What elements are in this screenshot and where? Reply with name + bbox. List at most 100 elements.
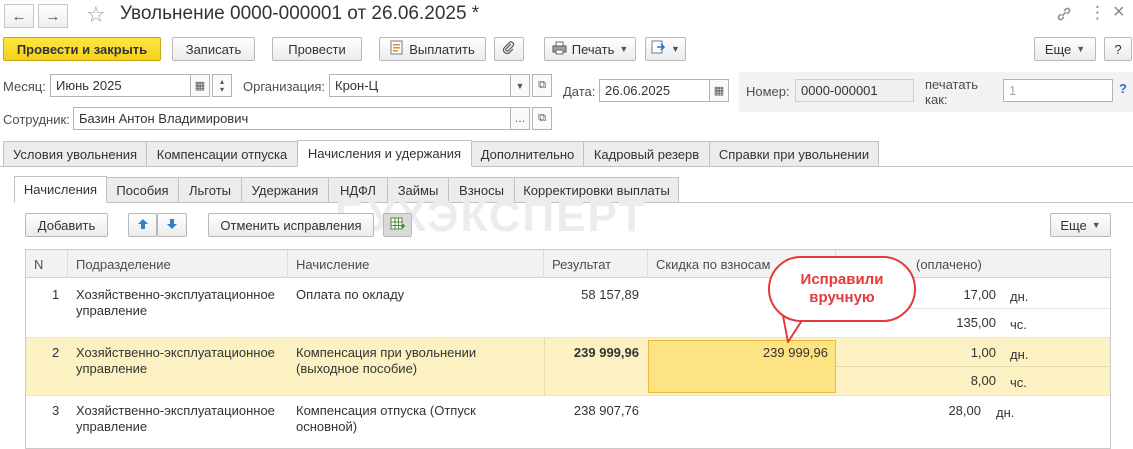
organization-open-button[interactable]: ⧉	[532, 74, 552, 97]
column-accrual[interactable]: Начисление	[288, 250, 544, 278]
watermark: БУХЭКСПЕРТ	[335, 192, 648, 241]
result-cell: 238 907,76	[573, 403, 639, 418]
table-settings-button[interactable]	[383, 213, 412, 237]
table-grid-icon	[390, 217, 406, 234]
chevron-down-icon: ▼	[619, 44, 629, 54]
discount-cell: 239 999,96	[762, 345, 828, 360]
date-label: Дата:	[563, 84, 596, 99]
chevron-down-icon: ▼	[671, 44, 680, 54]
result-cell: 58 157,89	[581, 287, 639, 302]
result-cell: 239 999,96	[573, 345, 639, 360]
print-button-label: Печать	[571, 41, 615, 57]
column-result[interactable]: Результат	[544, 250, 648, 278]
attach-button[interactable]	[494, 37, 524, 61]
calendar-icon: ▦	[713, 85, 725, 97]
paid-days-cell: 28,00	[948, 403, 981, 418]
printer-icon	[552, 41, 567, 58]
paid-hours-cell: 135,00	[956, 315, 996, 330]
table-more-button[interactable]: Еще ▼	[1050, 213, 1111, 237]
more-menu-icon[interactable]: ⋮	[1089, 3, 1106, 23]
callout-bubble: Исправили вручную	[768, 256, 916, 322]
subtab-privileges[interactable]: Льготы	[178, 177, 242, 203]
employee-open-button[interactable]: ⧉	[532, 107, 552, 130]
add-row-button[interactable]: Добавить	[25, 213, 108, 237]
open-icon: ⧉	[538, 79, 546, 91]
arrow-right-icon: →	[45, 7, 61, 25]
subtab-benefits[interactable]: Пособия	[106, 177, 179, 203]
organization-label: Организация:	[243, 79, 326, 94]
ellipsis-icon: …	[514, 112, 526, 125]
chevron-down-icon: ▼	[515, 80, 525, 91]
accrual-cell: Компенсация при увольнении (выходное посо…	[296, 345, 477, 376]
calendar-button[interactable]: ▦	[190, 74, 210, 97]
back-button[interactable]: ←	[4, 4, 34, 28]
date-input[interactable]: 26.06.2025	[599, 79, 710, 102]
unit-days-cell: дн.	[1010, 347, 1029, 362]
row-number: 1	[52, 287, 60, 302]
help-button[interactable]: ?	[1104, 37, 1132, 61]
table-row[interactable]: 1 Хозяйственно-эксплуатационное управлени…	[26, 279, 1110, 337]
table-more-label: Еще	[1060, 217, 1087, 233]
department-cell: Хозяйственно-эксплуатационное управление	[76, 287, 275, 318]
employee-input[interactable]: Базин Антон Владимирович	[73, 107, 511, 130]
accrual-cell: Оплата по окладу	[296, 287, 405, 302]
month-label: Месяц:	[3, 79, 46, 94]
unit-days-cell: дн.	[996, 405, 1015, 420]
arrow-left-icon: ←	[11, 7, 27, 25]
move-down-button[interactable]	[157, 213, 187, 237]
organization-input[interactable]: Крон-Ц	[329, 74, 511, 97]
forward-button[interactable]: →	[38, 4, 68, 28]
more-button[interactable]: Еще ▼	[1034, 37, 1096, 61]
column-n[interactable]: N	[26, 250, 68, 278]
organization-dropdown-button[interactable]: ▼	[510, 74, 530, 97]
spin-down-icon: ▾	[219, 84, 224, 94]
number-input[interactable]: 0000-000001	[795, 79, 914, 102]
column-department[interactable]: Подразделение	[68, 250, 288, 278]
print-as-help-link[interactable]: ?	[1119, 81, 1127, 96]
paid-days-cell: 1,00	[970, 345, 996, 360]
create-based-on-icon	[651, 40, 666, 58]
print-as-input[interactable]: 1	[1003, 79, 1113, 102]
pay-button[interactable]: Выплатить	[379, 37, 486, 61]
accruals-table[interactable]: N Подразделение Начисление Результат Ски…	[25, 249, 1111, 449]
link-icon[interactable]	[1056, 6, 1072, 26]
row-number: 2	[52, 345, 60, 360]
calendar-icon: ▦	[194, 80, 206, 92]
print-button[interactable]: Печать ▼	[544, 37, 636, 61]
post-and-close-button[interactable]: Провести и закрыть	[3, 37, 161, 61]
document-icon	[390, 40, 404, 58]
paperclip-icon	[502, 40, 516, 58]
favorite-star-icon[interactable]: ☆	[86, 2, 106, 28]
post-button[interactable]: Провести	[272, 37, 362, 61]
create-based-on-button[interactable]: ▼	[645, 37, 686, 61]
callout-line-1: Исправили	[800, 271, 884, 288]
accrual-cell: Компенсация отпуска (Отпуск основной)	[296, 403, 476, 434]
subtab-deductions[interactable]: Удержания	[241, 177, 329, 203]
unit-hours-cell: чс.	[1010, 317, 1027, 332]
move-up-button[interactable]	[128, 213, 157, 237]
table-row[interactable]: 3 Хозяйственно-эксплуатационное управлени…	[26, 396, 1110, 448]
number-label: Номер:	[746, 84, 790, 99]
subtab-accruals[interactable]: Начисления	[14, 176, 107, 203]
date-calendar-button[interactable]: ▦	[709, 79, 729, 102]
close-icon[interactable]: ×	[1113, 1, 1125, 24]
callout-line-2: вручную	[809, 289, 875, 306]
print-as-label: печатать как:	[925, 77, 979, 107]
chevron-down-icon: ▼	[1091, 220, 1101, 230]
cancel-corrections-button[interactable]: Отменить исправления	[208, 213, 374, 237]
tab-vacation-compensation[interactable]: Компенсации отпуска	[146, 141, 298, 167]
pay-button-label: Выплатить	[409, 41, 475, 57]
department-cell: Хозяйственно-эксплуатационное управление	[76, 345, 275, 376]
paid-hours-cell: 8,00	[970, 373, 996, 388]
employee-select-button[interactable]: …	[510, 107, 530, 130]
month-spin-button[interactable]: ▴ ▾	[212, 74, 232, 97]
tab-dismissal-conditions[interactable]: Условия увольнения	[3, 141, 147, 167]
chevron-down-icon: ▼	[1076, 44, 1086, 54]
tab-hr-reserve[interactable]: Кадровый резерв	[583, 141, 710, 167]
tab-accruals-deductions[interactable]: Начисления и удержания	[297, 140, 472, 167]
table-row-selected[interactable]: 2 Хозяйственно-эксплуатационное управлени…	[26, 338, 1110, 395]
save-button[interactable]: Записать	[172, 37, 255, 61]
month-input[interactable]: Июнь 2025	[50, 74, 191, 97]
tab-additional[interactable]: Дополнительно	[471, 141, 584, 167]
tab-dismissal-certificates[interactable]: Справки при увольнении	[709, 141, 879, 167]
